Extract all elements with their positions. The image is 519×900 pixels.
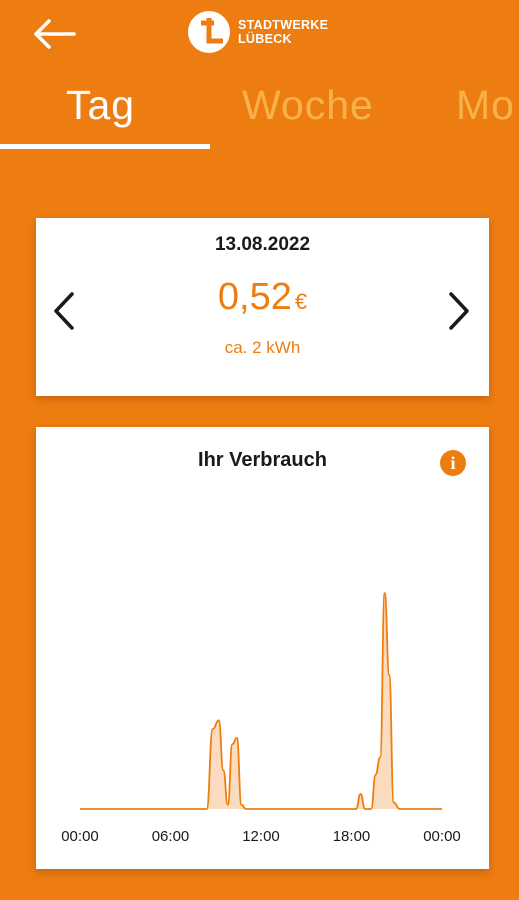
back-button[interactable] [30,14,80,54]
x-tick-label: 06:00 [152,828,190,845]
tab-monat[interactable]: Mo [456,82,515,129]
app-header: STADTWERKE LÜBECK [0,0,519,70]
x-tick-label: 00:00 [423,828,461,845]
period-tabs: Tag Woche Mo [0,78,519,154]
logo-mark-icon [188,11,230,53]
logo-text: STADTWERKE LÜBECK [238,18,328,46]
summary-card: 13.08.2022 0,52 € ca. 2 kWh [36,218,489,396]
tab-woche[interactable]: Woche [242,82,374,129]
tab-tag[interactable]: Tag [66,82,135,129]
x-tick-label: 00:00 [61,828,99,845]
stadtwerke-logo: STADTWERKE LÜBECK [188,10,328,54]
consumption-chart: 00:00 06:00 12:00 18:00 00:00 [61,592,461,845]
logo-line-1: STADTWERKE [238,18,329,32]
cost-display: 0,52 € [36,276,489,319]
consumption-area [80,593,442,809]
cost-currency: € [294,289,308,314]
x-tick-label: 18:00 [333,828,371,845]
cost-value: 0,52 [217,276,292,318]
logo-line-2: LÜBECK [238,32,292,46]
active-tab-indicator [0,144,210,149]
x-tick-label: 12:00 [242,828,280,845]
energy-consumption: ca. 2 kWh [224,338,301,357]
arrow-left-icon [34,19,76,49]
selected-date: 13.08.2022 [214,234,311,255]
consumption-chart-card: Ihr Verbrauch i 00:00 06:00 12:00 18:00 00:0… [36,427,489,869]
